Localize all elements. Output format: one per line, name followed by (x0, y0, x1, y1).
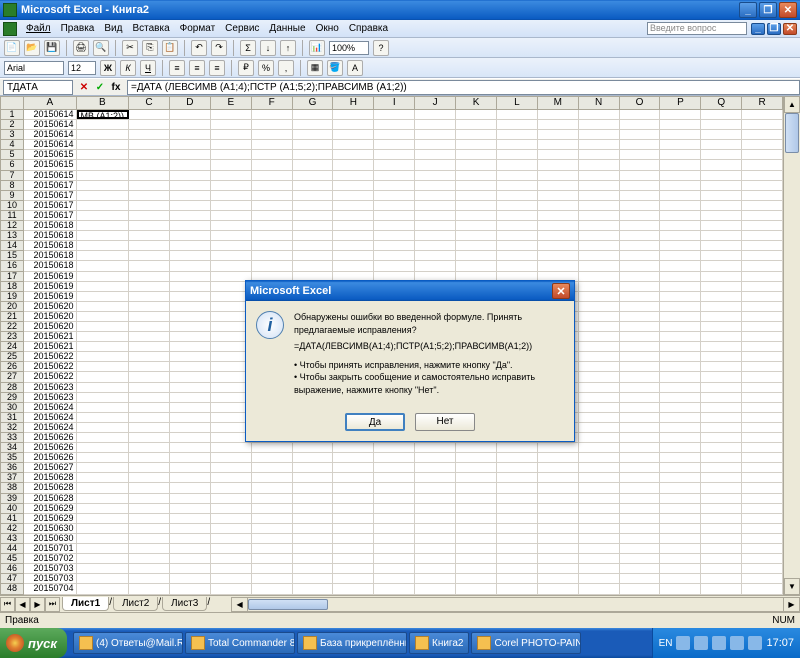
info-icon: i (256, 311, 284, 339)
dialog-overlay: Microsoft Excel ✕ i Обнаружены ошибки во… (0, 0, 800, 640)
dialog-titlebar[interactable]: Microsoft Excel ✕ (246, 281, 574, 301)
no-button[interactable]: Нет (415, 413, 475, 431)
dialog-close-icon[interactable]: ✕ (552, 283, 570, 299)
yes-button[interactable]: Да (345, 413, 405, 431)
error-dialog: Microsoft Excel ✕ i Обнаружены ошибки во… (245, 280, 575, 442)
dialog-text: Обнаружены ошибки во введенной формуле. … (294, 311, 564, 397)
dialog-title: Microsoft Excel (250, 285, 331, 297)
